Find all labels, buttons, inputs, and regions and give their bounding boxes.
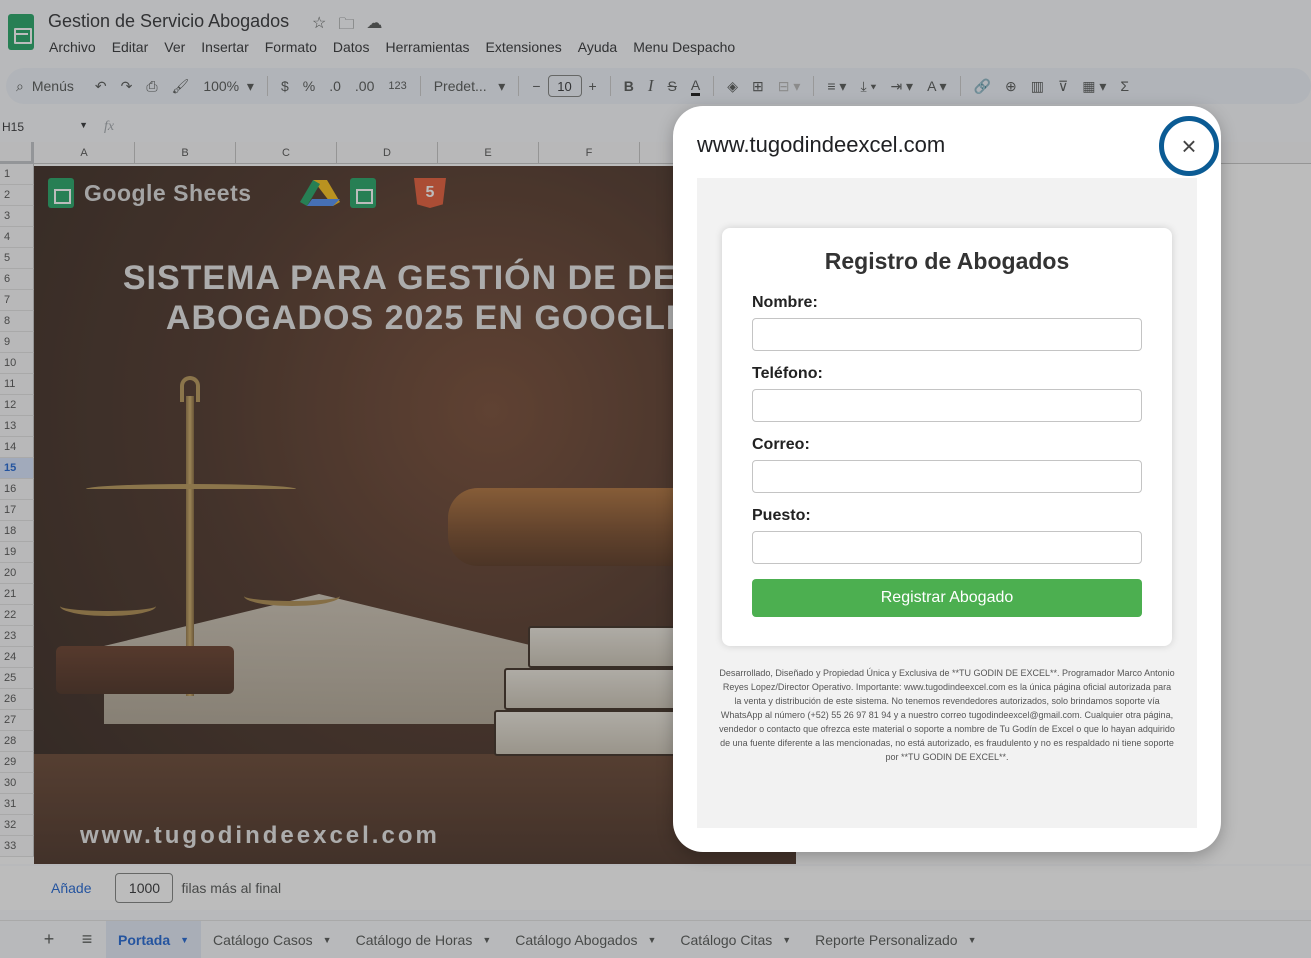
nombre-field[interactable] bbox=[752, 318, 1142, 351]
telefono-label: Teléfono: bbox=[752, 365, 823, 382]
dialog-title: www.tugodindeexcel.com bbox=[697, 132, 946, 157]
puesto-label: Puesto: bbox=[752, 507, 811, 524]
puesto-field[interactable] bbox=[752, 531, 1142, 564]
correo-field[interactable] bbox=[752, 460, 1142, 493]
telefono-field[interactable] bbox=[752, 389, 1142, 422]
nombre-label: Nombre: bbox=[752, 294, 818, 311]
registro-dialog: www.tugodindeexcel.com × Registro de Abo… bbox=[673, 106, 1221, 852]
close-icon: × bbox=[1181, 131, 1197, 161]
disclaimer-text: Desarrollado, Diseñado y Propiedad Única… bbox=[719, 668, 1175, 762]
close-button[interactable]: × bbox=[1159, 116, 1219, 176]
registrar-abogado-button[interactable]: Registrar Abogado bbox=[752, 579, 1142, 617]
dialog-body: Registro de Abogados Nombre: Teléfono: C… bbox=[697, 178, 1197, 828]
form-title: Registro de Abogados bbox=[824, 248, 1070, 274]
correo-label: Correo: bbox=[752, 436, 810, 453]
registration-form: Registro de Abogados Nombre: Teléfono: C… bbox=[722, 228, 1172, 646]
